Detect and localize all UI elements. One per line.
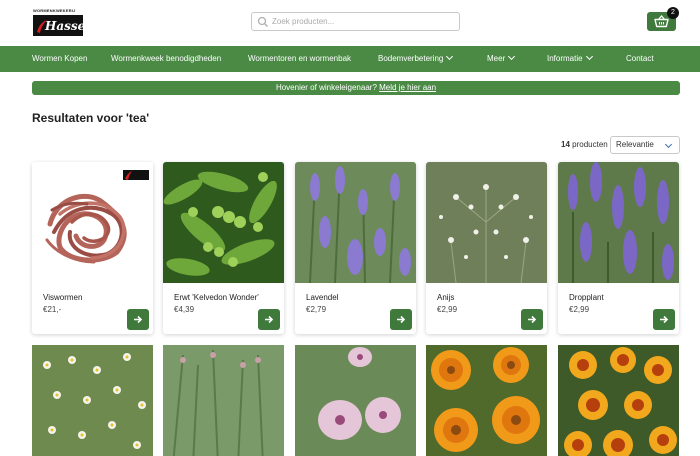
product-name: Viswormen	[43, 293, 83, 302]
nav-label: Wormentoren en wormenbak	[248, 54, 352, 63]
product-price: €2,99	[437, 305, 458, 314]
product-price: €4,39	[174, 305, 195, 314]
add-to-cart-button[interactable]	[390, 309, 412, 330]
product-card[interactable]: Erwt 'Kelvedon Wonder' €4,39	[163, 162, 284, 334]
product-price: €2,79	[306, 305, 327, 314]
arrow-right-icon	[660, 315, 669, 324]
search-icon	[257, 16, 268, 27]
product-image	[295, 162, 416, 283]
product-card[interactable]: Dropplant €2,99	[558, 162, 679, 334]
result-count-label: producten	[572, 140, 608, 149]
logo-mark: Hasse	[33, 15, 86, 36]
add-to-cart-button[interactable]	[653, 309, 675, 330]
nav-item-meer[interactable]: Meer	[487, 46, 516, 72]
product-image	[163, 345, 284, 456]
product-name: Erwt 'Kelvedon Wonder'	[174, 293, 259, 302]
nav-label: Meer	[487, 54, 506, 63]
product-name: Anijs	[437, 293, 455, 302]
nav-item-wormentoren[interactable]: Wormentoren en wormenbak	[248, 46, 351, 72]
banner-text: Hovenier of winkeleigenaar?	[275, 83, 377, 92]
site-header: WORMENKWEKERIJ Hasse 2	[0, 0, 700, 46]
sort-select[interactable]: Relevantie	[610, 136, 680, 154]
arrow-right-icon	[397, 315, 406, 324]
page-title: Resultaten voor 'tea'	[32, 111, 150, 125]
nav-label: Wormenkweek benodigdheden	[111, 54, 222, 63]
arrow-right-icon	[528, 315, 537, 324]
search-bar[interactable]	[251, 12, 460, 31]
chevron-down-icon	[446, 52, 454, 61]
product-name: Lavendel	[306, 293, 339, 302]
add-to-cart-button[interactable]	[258, 309, 280, 330]
product-card[interactable]: Viswormen €21,-	[32, 162, 153, 334]
product-image	[295, 345, 416, 456]
logo-wordmark: Hasse	[45, 19, 86, 33]
basket-icon	[654, 15, 669, 28]
trade-banner: Hovenier of winkeleigenaar? Meld je hier…	[32, 81, 680, 95]
add-to-cart-button[interactable]	[127, 309, 149, 330]
product-card[interactable]: Anijs €2,99	[426, 162, 547, 334]
chevron-down-icon	[585, 52, 593, 61]
chevron-down-icon	[664, 140, 673, 149]
logo-tagline: WORMENKWEKERIJ	[33, 8, 76, 13]
nav-label: Contact	[626, 54, 654, 63]
chevron-down-icon	[508, 52, 516, 61]
site-logo[interactable]: WORMENKWEKERIJ Hasse	[33, 8, 86, 36]
product-card[interactable]: Lavendel €2,79	[295, 162, 416, 334]
result-count-number: 14	[561, 140, 570, 149]
product-image	[558, 345, 679, 456]
nav-label: Informatie	[547, 54, 583, 63]
search-input[interactable]	[272, 14, 452, 29]
product-image	[426, 345, 547, 456]
cart-count-badge: 2	[667, 7, 679, 19]
product-price: €21,-	[43, 305, 62, 314]
nav-item-bodemverbetering[interactable]: Bodemverbetering	[378, 46, 454, 72]
product-image	[163, 162, 284, 283]
sort-value: Relevantie	[616, 140, 654, 149]
banner-signup-link[interactable]: Meld je hier aan	[379, 83, 436, 92]
nav-label: Bodemverbetering	[378, 54, 444, 63]
product-image	[426, 162, 547, 283]
nav-item-informatie[interactable]: Informatie	[547, 46, 593, 72]
product-card[interactable]	[558, 345, 679, 456]
add-to-cart-button[interactable]	[521, 309, 543, 330]
product-card[interactable]	[295, 345, 416, 456]
result-count: 14 producten	[561, 140, 608, 149]
product-image	[32, 345, 153, 456]
nav-label: Wormen Kopen	[32, 54, 88, 63]
nav-item-wormen-kopen[interactable]: Wormen Kopen	[32, 46, 87, 72]
arrow-right-icon	[265, 315, 274, 324]
product-card[interactable]	[426, 345, 547, 456]
product-image	[558, 162, 679, 283]
product-card[interactable]	[32, 345, 153, 456]
nav-item-wormenkweek-benodigdheden[interactable]: Wormenkweek benodigdheden	[111, 46, 221, 72]
product-price: €2,99	[569, 305, 590, 314]
product-name: Dropplant	[569, 293, 604, 302]
product-card[interactable]	[163, 345, 284, 456]
nav-item-contact[interactable]: Contact	[626, 46, 654, 72]
main-nav: Wormen Kopen Wormenkweek benodigdheden W…	[0, 46, 700, 72]
product-image	[32, 162, 153, 283]
arrow-right-icon	[134, 315, 143, 324]
